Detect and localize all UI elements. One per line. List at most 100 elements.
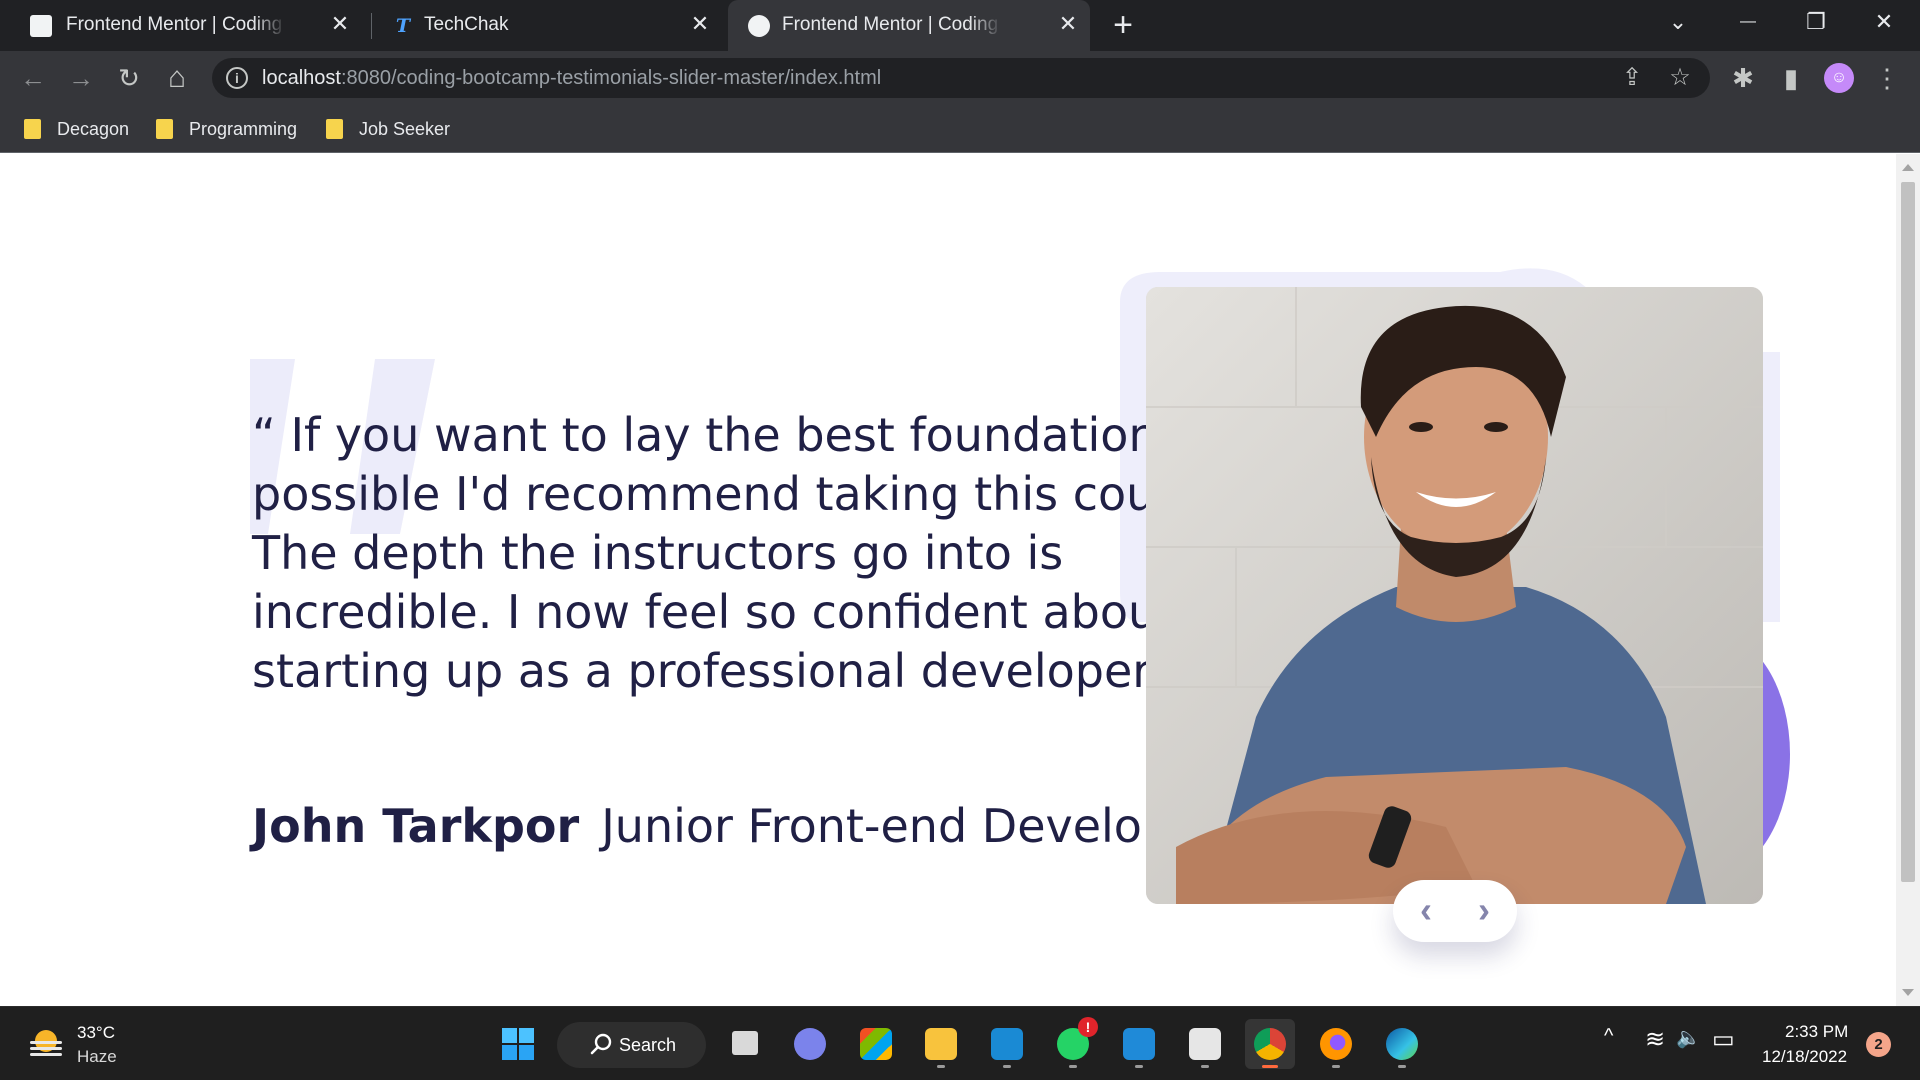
firefox-button[interactable] xyxy=(1311,1019,1361,1069)
rstudio-icon xyxy=(1189,1028,1221,1060)
teams-chat-button[interactable] xyxy=(785,1019,835,1069)
tab-title: Frontend Mentor | Coding Bootcamp testim… xyxy=(782,14,1002,35)
frontend-mentor-favicon-icon xyxy=(30,15,52,37)
extensions-icon[interactable]: ✱ xyxy=(1726,61,1760,95)
running-indicator xyxy=(1398,1065,1406,1068)
site-info-icon[interactable]: i xyxy=(226,67,248,89)
search-icon xyxy=(590,1033,612,1055)
author-name: John Tarkpor xyxy=(252,799,580,853)
url-text[interactable]: localhost:8080/coding-bootcamp-testimoni… xyxy=(262,67,881,90)
bookmarks-bar: Decagon Programming Job Seeker xyxy=(0,105,1920,153)
bookmark-programming[interactable]: Programming xyxy=(156,115,297,143)
vscode-button[interactable] xyxy=(1114,1019,1164,1069)
folder-icon xyxy=(156,119,173,139)
scrollbar-thumb[interactable] xyxy=(1901,182,1915,882)
browser-toolbar: ← → ↻ ⌂ i localhost:8080/coding-bootcamp… xyxy=(0,51,1920,105)
store-icon xyxy=(860,1028,892,1060)
testimonial-author: John Tarkpor Junior Front-end Developer xyxy=(252,799,1218,853)
home-button[interactable]: ⌂ xyxy=(160,61,194,95)
side-panel-icon[interactable]: ▮ xyxy=(1774,61,1808,95)
bookmark-job-seeker[interactable]: Job Seeker xyxy=(326,115,450,143)
windows-taskbar: 33°C Haze Search ! ^ ≋ 🔈 ▭ 2:33 PM 12/18… xyxy=(0,1006,1920,1080)
edge-icon xyxy=(1386,1028,1418,1060)
next-testimonial-button[interactable]: › xyxy=(1463,890,1505,932)
notification-count-badge[interactable]: 2 xyxy=(1866,1032,1891,1057)
browser-menu-icon[interactable]: ⋮ xyxy=(1870,61,1904,95)
running-indicator xyxy=(1201,1065,1209,1068)
author-role: Junior Front-end Developer xyxy=(601,799,1219,853)
whatsapp-button[interactable]: ! xyxy=(1048,1017,1098,1069)
bookmark-decagon[interactable]: Decagon xyxy=(24,115,129,143)
scroll-up-arrow-icon[interactable] xyxy=(1902,164,1914,171)
techchak-favicon-icon: T xyxy=(395,15,411,37)
show-hidden-icons-chevron-icon[interactable]: ^ xyxy=(1604,1025,1613,1048)
whatsapp-badge: ! xyxy=(1078,1017,1098,1037)
author-portrait-illustration xyxy=(1146,287,1763,904)
folder-icon xyxy=(326,119,343,139)
close-tab-icon[interactable]: ✕ xyxy=(686,10,714,38)
bookmark-label: Decagon xyxy=(57,118,130,139)
running-indicator xyxy=(1262,1065,1278,1068)
author-photo xyxy=(1146,287,1763,904)
new-tab-button[interactable]: + xyxy=(1105,7,1141,43)
weather-temperature[interactable]: 33°C xyxy=(77,1023,115,1043)
close-tab-icon[interactable]: ✕ xyxy=(326,10,354,38)
restore-button[interactable]: ❐ xyxy=(1786,0,1846,44)
tab-frontend-mentor-1[interactable]: Frontend Mentor | Coding bootcamp testim… xyxy=(0,0,368,51)
scroll-down-arrow-icon[interactable] xyxy=(1902,989,1914,996)
running-indicator xyxy=(1069,1065,1077,1068)
running-indicator xyxy=(1003,1065,1011,1068)
rstudio-button[interactable] xyxy=(1180,1019,1230,1069)
minimize-button[interactable]: — xyxy=(1718,0,1778,44)
tab-search-chevron-icon[interactable]: ⌄ xyxy=(1648,0,1708,44)
share-icon[interactable]: ⇪ xyxy=(1616,62,1648,94)
mail-button[interactable] xyxy=(982,1019,1032,1069)
url-path: :8080/coding-bootcamp-testimonials-slide… xyxy=(340,67,882,89)
microsoft-store-button[interactable] xyxy=(851,1019,901,1069)
start-button[interactable] xyxy=(493,1019,543,1069)
close-tab-icon[interactable]: ✕ xyxy=(1054,10,1082,38)
forward-button[interactable]: → xyxy=(64,61,98,95)
clock-time[interactable]: 2:33 PM xyxy=(1785,1022,1848,1042)
teams-chat-icon xyxy=(794,1028,826,1060)
wifi-icon[interactable]: ≋ xyxy=(1645,1025,1665,1054)
slider-controls: ‹ › xyxy=(1393,880,1517,942)
bookmark-label: Programming xyxy=(189,118,298,139)
tab-title: Frontend Mentor | Coding bootcamp testim… xyxy=(66,14,286,35)
clock-date[interactable]: 12/18/2022 xyxy=(1762,1047,1847,1067)
volume-icon[interactable]: 🔈 xyxy=(1676,1025,1701,1050)
bookmark-label: Job Seeker xyxy=(359,118,451,139)
url-host: localhost xyxy=(262,67,341,89)
firefox-icon xyxy=(1320,1028,1352,1060)
edge-button[interactable] xyxy=(1377,1019,1427,1069)
browser-tab-strip: Frontend Mentor | Coding bootcamp testim… xyxy=(0,0,1920,51)
task-view-icon xyxy=(732,1031,758,1055)
close-window-button[interactable]: ✕ xyxy=(1854,0,1914,44)
chrome-icon xyxy=(1254,1028,1286,1060)
taskbar-search[interactable]: Search xyxy=(557,1022,706,1068)
profile-avatar[interactable]: ☺ xyxy=(1824,63,1854,93)
running-indicator xyxy=(937,1065,945,1068)
weather-haze-icon[interactable] xyxy=(28,1027,64,1061)
reload-button[interactable]: ↻ xyxy=(112,61,146,95)
task-view-button[interactable] xyxy=(720,1019,770,1069)
windows-logo-icon xyxy=(502,1028,534,1060)
tab-techchak[interactable]: T TechChak ✕ xyxy=(360,0,722,51)
folder-icon xyxy=(925,1028,957,1060)
previous-testimonial-button[interactable]: ‹ xyxy=(1405,890,1447,932)
testimonial-quote: “ If you want to lay the best foundation… xyxy=(252,408,1242,698)
search-label: Search xyxy=(619,1035,677,1055)
tab-title: TechChak xyxy=(424,14,509,35)
address-bar[interactable]: i localhost:8080/coding-bootcamp-testimo… xyxy=(212,58,1710,98)
file-explorer-button[interactable] xyxy=(916,1019,966,1069)
chrome-button[interactable] xyxy=(1245,1019,1295,1069)
battery-icon[interactable]: ▭ xyxy=(1712,1025,1735,1054)
weather-condition[interactable]: Haze xyxy=(77,1047,117,1067)
frontend-mentor-favicon-icon xyxy=(748,15,770,37)
testimonial-page: “ If you want to lay the best foundation… xyxy=(0,154,1896,1006)
page-scrollbar[interactable] xyxy=(1896,154,1920,1006)
tab-frontend-mentor-active[interactable]: Frontend Mentor | Coding Bootcamp testim… xyxy=(728,0,1090,51)
bookmark-star-icon[interactable]: ☆ xyxy=(1664,62,1696,94)
back-button[interactable]: ← xyxy=(16,61,50,95)
running-indicator xyxy=(1135,1065,1143,1068)
